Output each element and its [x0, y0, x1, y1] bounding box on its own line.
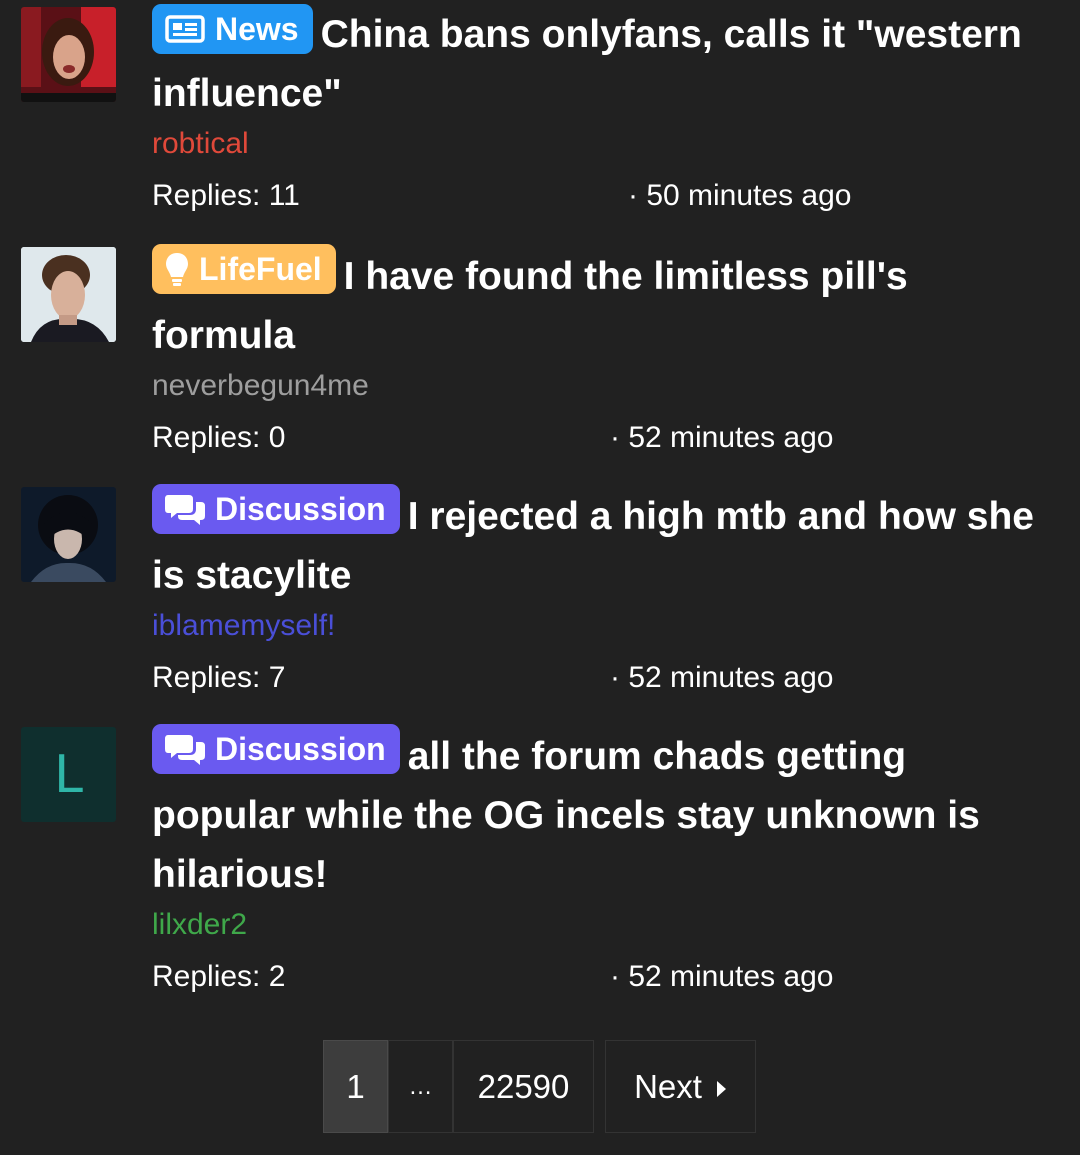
user-avatar[interactable]: L [21, 727, 116, 822]
prefix-label: Discussion [215, 491, 386, 527]
thread-content: Discussion all the forum chads getting p… [152, 724, 1056, 997]
reply-count: Replies: 2 [152, 960, 286, 993]
caret-right-icon [716, 1068, 727, 1106]
thread-author-link[interactable]: neverbegun4me [152, 366, 1056, 406]
prefix-badge-lifefuel[interactable]: LifeFuel [152, 244, 336, 294]
user-avatar[interactable] [21, 247, 116, 342]
thread-title-link[interactable]: News China bans onlyfans, calls it "west… [152, 4, 1056, 123]
thread-meta: Replies: 7 · 52 minutes ago [152, 658, 1056, 698]
thread-item: Discussion I rejected a high mtb and how… [0, 480, 1080, 710]
reply-count: Replies: 7 [152, 661, 286, 694]
thread-item: L Discussion all the forum chads getting… [0, 720, 1080, 1020]
thread-title-link[interactable]: Discussion I rejected a high mtb and how… [152, 484, 1056, 605]
page-ellipsis-button[interactable]: … [388, 1040, 453, 1133]
thread-title-link[interactable]: Discussion all the forum chads getting p… [152, 724, 1056, 904]
user-avatar[interactable] [21, 487, 116, 582]
comments-icon [165, 732, 205, 766]
next-label: Next [634, 1067, 702, 1105]
pagination: 1 … 22590 Next [323, 1040, 756, 1133]
lightbulb-icon [165, 252, 189, 286]
thread-timestamp[interactable]: · 52 minutes ago [610, 957, 833, 997]
thread-title-link[interactable]: LifeFuel I have found the limitless pill… [152, 244, 1056, 365]
thread-item: LifeFuel I have found the limitless pill… [0, 240, 1080, 470]
thread-timestamp[interactable]: · 52 minutes ago [610, 418, 833, 458]
thread-content: News China bans onlyfans, calls it "west… [152, 4, 1056, 216]
avatar-letter: L [54, 744, 83, 805]
prefix-badge-news[interactable]: News [152, 4, 313, 54]
thread-meta: Replies: 0 · 52 minutes ago [152, 418, 1056, 458]
thread-author-link[interactable]: lilxder2 [152, 905, 1056, 945]
next-page-button[interactable]: Next [605, 1040, 756, 1133]
thread-timestamp[interactable]: · 52 minutes ago [610, 658, 833, 698]
thread-item: News China bans onlyfans, calls it "west… [0, 0, 1080, 230]
thread-content: LifeFuel I have found the limitless pill… [152, 244, 1056, 458]
thread-timestamp[interactable]: · 50 minutes ago [628, 176, 851, 216]
reply-count: Replies: 11 [152, 179, 300, 212]
thread-author-link[interactable]: robtical [152, 124, 1056, 164]
page-last-button[interactable]: 22590 [453, 1040, 594, 1133]
reply-count: Replies: 0 [152, 421, 286, 454]
thread-author-link[interactable]: iblamemyself! [152, 606, 1056, 646]
prefix-badge-discussion[interactable]: Discussion [152, 484, 400, 534]
user-avatar[interactable] [21, 7, 116, 102]
page-1-button[interactable]: 1 [323, 1040, 388, 1133]
thread-meta: Replies: 2 · 52 minutes ago [152, 957, 1056, 997]
comments-icon [165, 492, 205, 526]
prefix-label: LifeFuel [199, 251, 322, 287]
thread-meta: Replies: 11 · 50 minutes ago [152, 176, 1056, 216]
prefix-badge-discussion[interactable]: Discussion [152, 724, 400, 774]
thread-content: Discussion I rejected a high mtb and how… [152, 484, 1056, 698]
prefix-label: Discussion [215, 731, 386, 767]
newspaper-icon [165, 14, 205, 44]
prefix-label: News [215, 11, 299, 47]
